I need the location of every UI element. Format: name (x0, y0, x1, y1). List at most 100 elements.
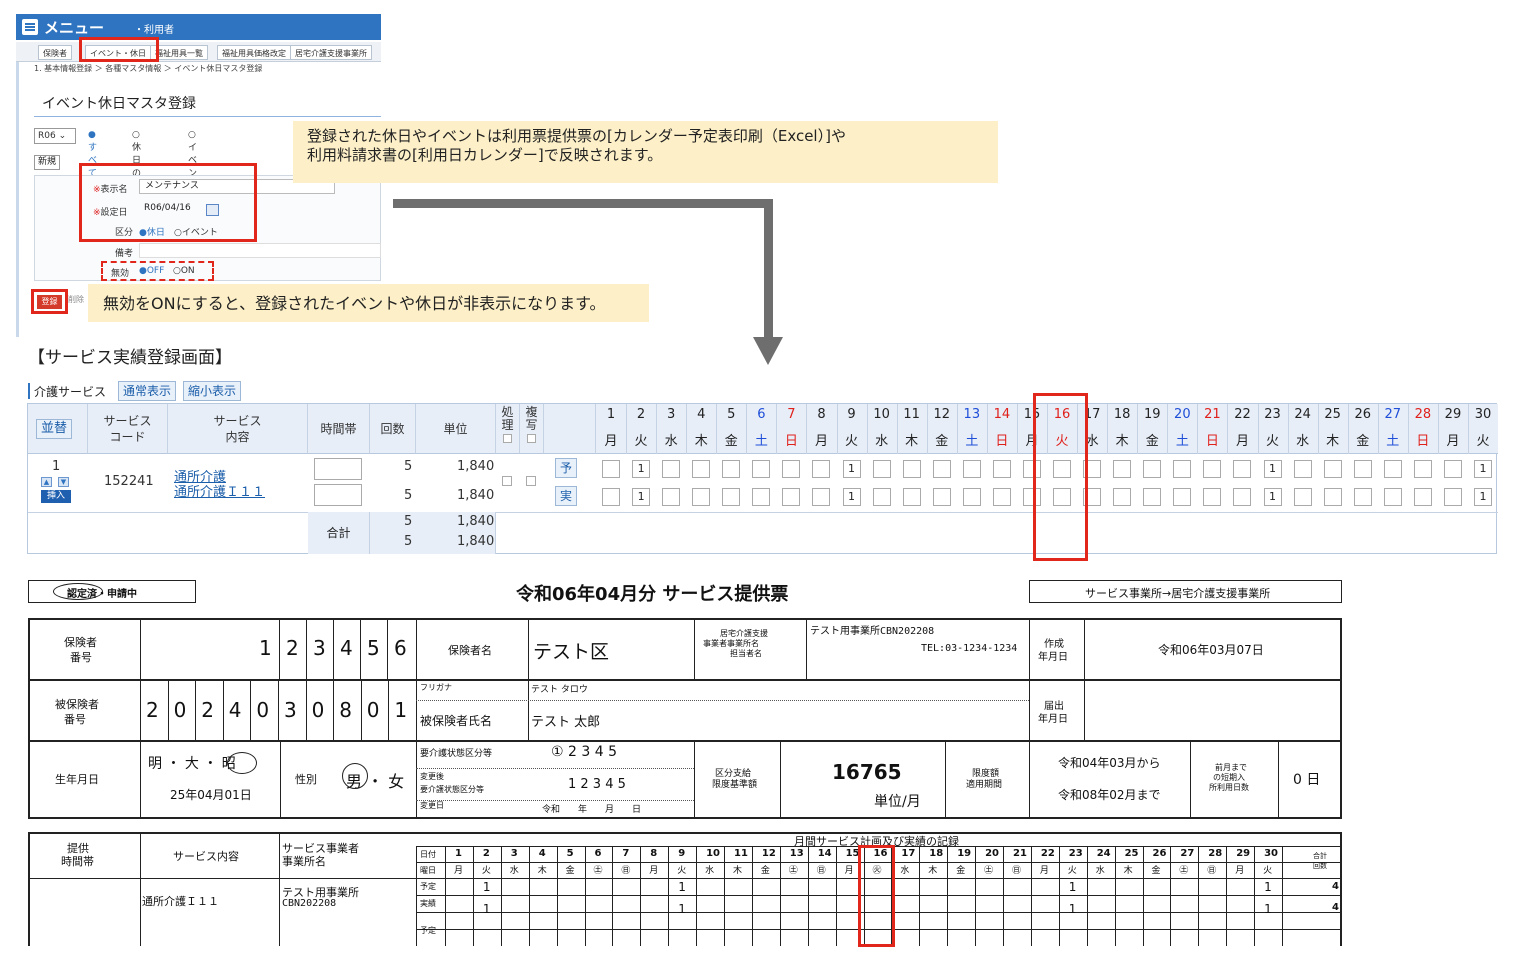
plan-day-cell[interactable] (872, 460, 891, 478)
plan-day-cell[interactable] (992, 460, 1011, 478)
actual-day-cell[interactable] (692, 488, 711, 506)
plan-day-cell[interactable] (902, 460, 921, 478)
move-up-icon[interactable]: ▲ (41, 477, 52, 487)
new-button[interactable]: 新規 (34, 155, 60, 170)
actual-day-cell[interactable] (1233, 488, 1252, 506)
actual-button[interactable]: 実 (555, 486, 578, 506)
table-line (360, 679, 362, 740)
plan-day-cell[interactable] (692, 460, 711, 478)
plan-day-cell[interactable] (932, 460, 951, 478)
code-header: サービス コード (88, 404, 168, 454)
actual-day-cell[interactable] (962, 488, 981, 506)
actual-day-cell[interactable] (1293, 488, 1312, 506)
plan-day-cell[interactable] (782, 460, 801, 478)
time-input-plan[interactable] (314, 458, 362, 480)
plan-day-cell[interactable] (1383, 460, 1402, 478)
actual-day-cell[interactable] (722, 488, 741, 506)
plan-day-cell[interactable]: 1 (1474, 460, 1493, 478)
actual-day-cell[interactable]: 1 (842, 488, 861, 506)
delete-button[interactable]: 削除 (68, 294, 84, 305)
schedule-line (528, 846, 530, 946)
plan-day-cell[interactable]: 1 (632, 460, 651, 478)
actual-day-cell[interactable] (782, 488, 801, 506)
actual-day-cell[interactable] (1443, 488, 1462, 506)
highlight-muko (101, 261, 214, 281)
copy-checkbox[interactable] (526, 476, 536, 486)
table-line (388, 679, 390, 740)
actual-day-cell[interactable] (812, 488, 831, 506)
plan-button[interactable]: 予 (555, 458, 578, 478)
year-select[interactable]: R06 ⌄ (34, 128, 76, 144)
schedule-line (472, 846, 474, 946)
plan-day-cell[interactable] (1353, 460, 1372, 478)
insert-button[interactable]: 挿入 (41, 490, 71, 503)
plan-day-cell[interactable] (722, 460, 741, 478)
schedule-line (724, 846, 725, 946)
actual-day-cell[interactable] (1413, 488, 1432, 506)
plan-day-cell[interactable] (1413, 460, 1432, 478)
process-all-checkbox[interactable] (503, 434, 512, 443)
day-weekday: 水 (1296, 434, 1310, 449)
table-line (360, 618, 361, 679)
plan-day-cell[interactable] (1203, 460, 1222, 478)
actual-day-cell[interactable] (752, 488, 771, 506)
process-checkbox[interactable] (502, 476, 512, 486)
actual-day-cell[interactable] (992, 488, 1011, 506)
plan-day-cell[interactable] (1443, 460, 1462, 478)
tab-insurer[interactable]: 保険者 (38, 45, 72, 60)
schedule-day: 22 (1040, 848, 1055, 859)
table-line (806, 618, 807, 679)
day-weekday: 月 (604, 434, 618, 449)
actual-day-cell[interactable] (1173, 488, 1192, 506)
copy-all-checkbox[interactable] (527, 434, 536, 443)
plan-day-cell[interactable] (1293, 460, 1312, 478)
user-label[interactable]: ・利用者 (134, 21, 174, 36)
actual-day-cell[interactable] (1353, 488, 1372, 506)
plan-day-cell[interactable] (1173, 460, 1192, 478)
actual-day-cell[interactable] (1203, 488, 1222, 506)
plan-day-cell[interactable] (962, 460, 981, 478)
plan-day-cell[interactable] (1113, 460, 1132, 478)
plan-day-cell[interactable]: 1 (1263, 460, 1282, 478)
actual-day-cell[interactable] (1113, 488, 1132, 506)
schedule-day: 14 (817, 848, 832, 859)
sort-button[interactable]: 並替 (36, 419, 73, 439)
plan-day-cell[interactable] (752, 460, 771, 478)
actual-day-cell[interactable]: 1 (1263, 488, 1282, 506)
plan-day-cell[interactable] (812, 460, 831, 478)
schedule-weekday: 水 (1095, 866, 1105, 876)
plan-day-cell[interactable] (1143, 460, 1162, 478)
actual-day-cell[interactable] (872, 488, 891, 506)
actual-day-cell[interactable] (1383, 488, 1402, 506)
plan-day-cell[interactable]: 1 (842, 460, 861, 478)
actual-day-cell[interactable] (932, 488, 951, 506)
actual-day-cell[interactable] (662, 488, 681, 506)
time-input-actual[interactable] (314, 484, 362, 506)
service-detail-link[interactable]: 通所介護Ｉ１１ (174, 481, 265, 500)
schedule-line (416, 846, 417, 946)
actual-day-cell[interactable]: 1 (1474, 488, 1493, 506)
plan-day-cell[interactable] (1233, 460, 1252, 478)
plan-day-cell[interactable] (662, 460, 681, 478)
normal-view-button[interactable]: 通常表示 (118, 381, 177, 401)
menu-title[interactable]: メニュー (44, 17, 104, 38)
move-down-icon[interactable]: ▼ (58, 477, 69, 487)
register-button[interactable]: 登録 (37, 295, 62, 309)
schedule-weekday: 金 (565, 866, 575, 876)
actual-day-cell[interactable] (1143, 488, 1162, 506)
actual-day-cell[interactable] (602, 488, 620, 506)
day-weekday: 火 (634, 434, 648, 449)
tab-care-office[interactable]: 居宅介護支援事業所 (290, 45, 372, 60)
tab-price-revision[interactable]: 福祉用具価格改定 (217, 45, 291, 60)
plan-unit: 1,840 (457, 459, 495, 474)
menu-icon[interactable] (22, 19, 38, 35)
plan-day-cell[interactable] (1323, 460, 1342, 478)
biko-input[interactable] (139, 243, 381, 258)
compact-view-button[interactable]: 縮小表示 (183, 381, 242, 401)
direction-text: サービス事業所→居宅介護支援事業所 (1085, 587, 1271, 600)
actual-day-cell[interactable] (1323, 488, 1342, 506)
plan-day-cell[interactable] (602, 460, 620, 478)
actual-day-cell[interactable] (902, 488, 921, 506)
actual-day-cell[interactable]: 1 (632, 488, 651, 506)
schedule-weekday: 金 (1151, 866, 1161, 876)
